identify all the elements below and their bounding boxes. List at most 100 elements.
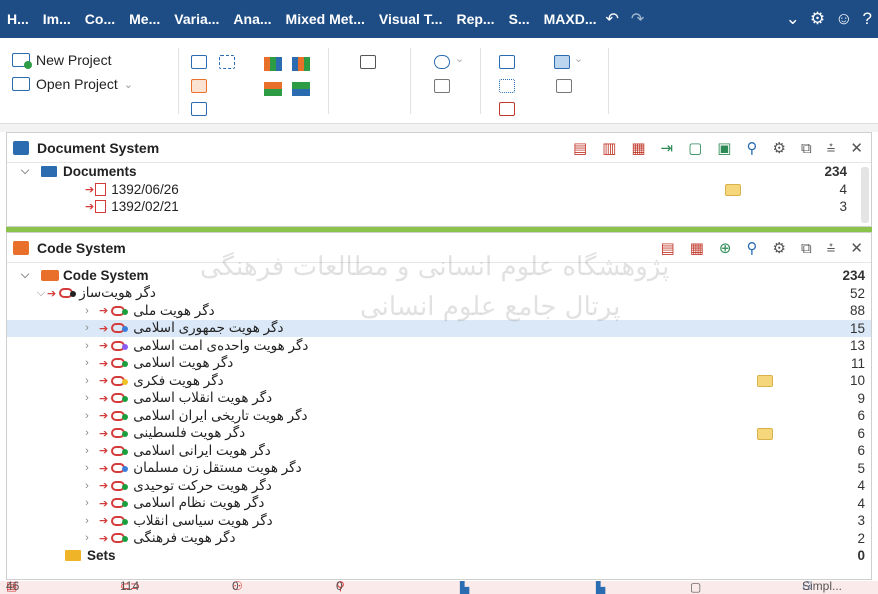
weight-filter-icon[interactable]: ▙ [460, 581, 469, 594]
redo-icon[interactable]: ↷ [631, 9, 644, 29]
code-row[interactable]: › ➔ دگر هویت فرهنگی 2 [7, 530, 871, 548]
undock-window-icon[interactable]: ⧉ [801, 240, 812, 257]
layout-two-icon[interactable] [292, 57, 310, 71]
close-icon[interactable]: ✕ [850, 139, 863, 157]
duplicate-project-icon[interactable] [556, 79, 572, 93]
filter-documents-icon[interactable]: ▦ [631, 139, 645, 157]
cloud-project-icon[interactable] [554, 55, 570, 69]
help-icon[interactable]: ? [863, 9, 872, 29]
gear-icon[interactable]: ⚙ [772, 239, 785, 257]
filter-codes-icon[interactable]: ▦ [690, 239, 704, 257]
search-icon[interactable]: ⚲ [746, 239, 757, 257]
tab-maxdictio[interactable]: MAXD... [537, 11, 604, 27]
tab-analysis[interactable]: Ana... [226, 11, 278, 27]
chevron-right-icon[interactable]: › [81, 322, 93, 334]
code-row[interactable]: › ➔ دگر هویت فلسطینی 6 [7, 425, 871, 443]
undock-window-icon[interactable]: ⧉ [801, 140, 812, 157]
code-row[interactable]: › ➔ دگر هویت حرکت توحیدی 4 [7, 477, 871, 495]
user-filter-icon[interactable]: ▙ [596, 581, 605, 594]
chevron-right-icon[interactable]: › [81, 497, 93, 509]
document-filter-icon[interactable]: ▢ [690, 581, 701, 594]
code-row[interactable]: › ➔ دگر هویت نظام اسلامی 4 [7, 495, 871, 513]
chevron-right-icon[interactable]: › [81, 375, 93, 387]
code-row[interactable]: › ➔ دگر هویت واحده‌ی امت اسلامی 13 [7, 337, 871, 355]
code-row[interactable]: › ➔ دگر هویت اسلامی 11 [7, 355, 871, 373]
memo-icon[interactable] [757, 427, 773, 440]
undo-icon[interactable]: ↶ [605, 9, 618, 29]
activate-codes-icon[interactable]: ▤ [661, 239, 675, 257]
sets-row[interactable]: Sets 0 [7, 547, 871, 565]
code-row[interactable]: › ➔ دگر هویت مستقل زن مسلمان 5 [7, 460, 871, 478]
code-system-root-row[interactable]: ⌵ Code System 234 [7, 267, 871, 285]
import-documents-icon[interactable]: ⇥ [661, 139, 674, 157]
chevron-right-icon[interactable]: › [81, 357, 93, 369]
code-row-selected[interactable]: › ➔ دگر هویت جمهوری اسلامی 15 [7, 319, 871, 337]
chevron-down-icon[interactable]: ⌵ [19, 269, 31, 282]
teamwork-icon[interactable] [434, 79, 450, 93]
chevron-down-icon[interactable]: ⌄ [455, 52, 464, 65]
new-document-group-icon[interactable]: ▣ [717, 139, 731, 157]
new-document-icon[interactable]: ▢ [688, 139, 702, 157]
layout-four-icon[interactable] [292, 82, 310, 96]
chevron-right-icon[interactable]: › [81, 532, 93, 544]
new-project-button[interactable]: New Project [12, 52, 111, 69]
layout-three-icon[interactable] [264, 82, 282, 96]
archive-project-icon[interactable] [499, 79, 515, 93]
document-row[interactable]: ➔ 1392/02/21 3 [7, 198, 871, 216]
chevron-right-icon[interactable]: › [81, 480, 93, 492]
close-icon[interactable]: ✕ [850, 239, 863, 257]
chevron-down-icon[interactable]: ⌄ [574, 52, 583, 65]
tab-reports[interactable]: Rep... [449, 11, 501, 27]
chevron-right-icon[interactable]: › [81, 392, 93, 404]
retrieved-segments-icon[interactable] [219, 55, 235, 69]
code-row[interactable]: › ➔ دگر هویت سیاسی انقلاب 3 [7, 512, 871, 530]
minimize-pane-icon[interactable]: ⩮ [827, 140, 836, 157]
notepad-icon[interactable] [360, 55, 376, 69]
chevron-right-icon[interactable]: › [81, 305, 93, 317]
new-code-icon[interactable]: ⊕ [719, 239, 732, 257]
tab-import[interactable]: Im... [36, 11, 78, 27]
code-group-row[interactable]: ⌵ ➔ دگر هویت‌ساز 52 [7, 285, 871, 303]
code-row[interactable]: › ➔ دگر هویت فکری 10 [7, 372, 871, 390]
tab-home[interactable]: H... [0, 11, 36, 27]
tab-stats[interactable]: S... [502, 11, 537, 27]
chevron-down-icon[interactable]: ⌄ [124, 78, 133, 91]
chevron-right-icon[interactable]: › [81, 462, 93, 474]
chevron-right-icon[interactable]: › [81, 445, 93, 457]
document-scrollbar[interactable] [861, 167, 869, 223]
search-icon[interactable]: ⚲ [746, 139, 757, 157]
tab-codes[interactable]: Co... [78, 11, 122, 27]
memo-icon[interactable] [757, 375, 773, 387]
code-row[interactable]: › ➔ دگر هویت تاریخی ایران اسلامی 6 [7, 407, 871, 425]
documents-root-row[interactable]: ⌵ Documents 234 [7, 163, 871, 181]
chevron-right-icon[interactable]: › [81, 515, 93, 527]
gear-icon[interactable]: ⚙ [772, 139, 785, 157]
tab-visual-tools[interactable]: Visual T... [372, 11, 450, 27]
document-row[interactable]: ➔ 1392/06/26 4 [7, 181, 871, 199]
activate-documents-icon[interactable]: ▤ [573, 139, 587, 157]
tab-memos[interactable]: Me... [122, 11, 167, 27]
chevron-down-icon[interactable]: ⌵ [19, 165, 31, 178]
tab-mixed-methods[interactable]: Mixed Met... [279, 11, 372, 27]
gear-icon[interactable]: ⚙ [810, 9, 825, 29]
export-project-icon[interactable] [499, 55, 515, 69]
code-row[interactable]: › ➔ دگر هویت ایرانی اسلامی 6 [7, 442, 871, 460]
chevron-right-icon[interactable]: › [81, 410, 93, 422]
memo-window-icon[interactable] [191, 102, 207, 116]
chevron-right-icon[interactable]: › [81, 427, 93, 439]
smiley-icon[interactable]: ☺ [835, 9, 852, 29]
document-browser-icon[interactable] [191, 55, 207, 69]
minimize-pane-icon[interactable]: ⩮ [827, 240, 836, 257]
tab-variables[interactable]: Varia... [167, 11, 226, 27]
document-sets-icon[interactable]: ▥ [602, 139, 616, 157]
layout-one-icon[interactable] [264, 57, 282, 71]
chevron-down-icon[interactable]: ⌄ [786, 9, 800, 29]
chevron-down-icon[interactable]: ⌵ [35, 287, 47, 300]
code-row[interactable]: › ➔ دگر هویت انقلاب اسلامی 9 [7, 390, 871, 408]
code-row[interactable]: › ➔ دگر هویت ملی 88 [7, 302, 871, 320]
users-icon[interactable] [434, 55, 450, 69]
chevron-right-icon[interactable]: › [81, 340, 93, 352]
merge-project-icon[interactable] [499, 102, 515, 116]
code-system-window-icon[interactable] [191, 79, 207, 93]
open-project-button[interactable]: Open Project ⌄ [12, 76, 133, 92]
